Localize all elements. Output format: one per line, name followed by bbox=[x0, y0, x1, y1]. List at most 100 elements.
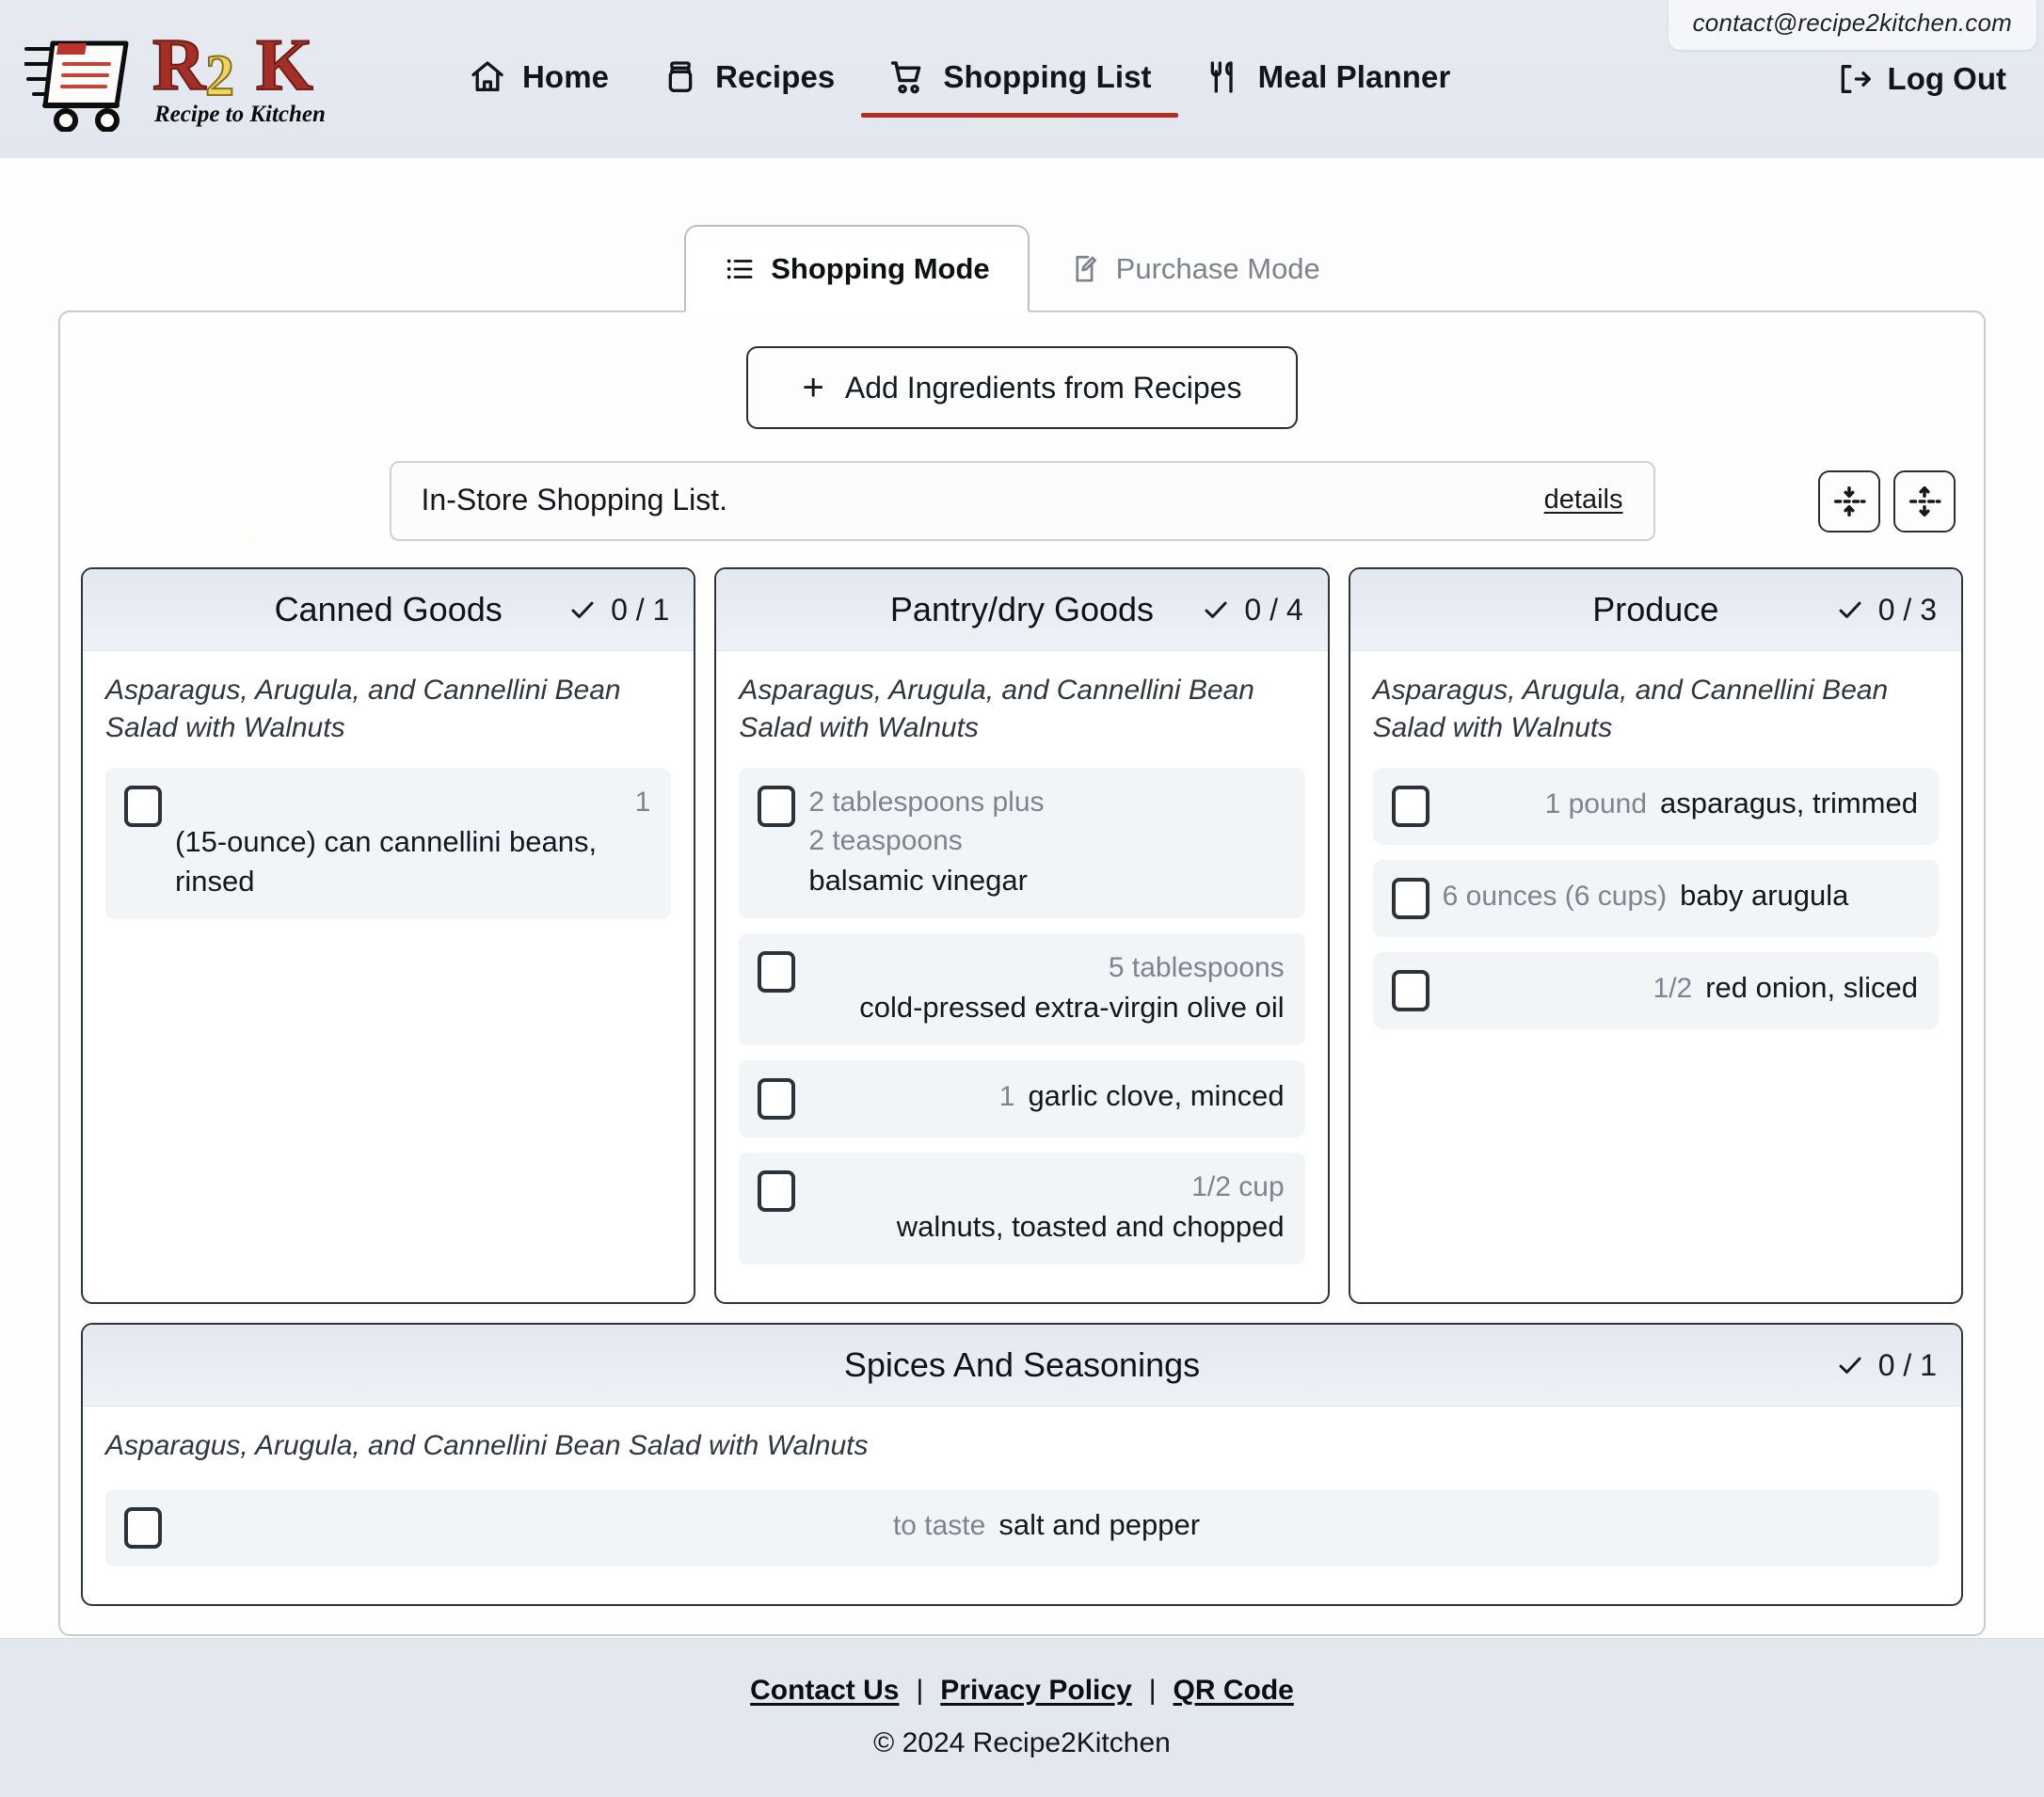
svg-text:K: K bbox=[256, 27, 313, 105]
ingredient-text: to taste salt and pepper bbox=[162, 1505, 1918, 1546]
recipe-title: Asparagus, Arugula, and Cannellini Bean … bbox=[739, 675, 1254, 744]
ingredient-checkbox[interactable] bbox=[758, 1078, 796, 1121]
ingredient-row[interactable]: 6 ounces (6 cups) baby arugula bbox=[1372, 860, 1939, 938]
category-title: Canned Goods bbox=[274, 590, 503, 628]
ingredient-name: garlic clove, minced bbox=[1028, 1079, 1285, 1113]
check-icon bbox=[1835, 1350, 1865, 1380]
ingredient-checkbox[interactable] bbox=[758, 1170, 796, 1213]
category-title: Pantry/dry Goods bbox=[889, 590, 1155, 628]
category-progress-count: 0 / 1 bbox=[567, 593, 669, 628]
ingredient-text: 1 pound asparagus, trimmed bbox=[1429, 784, 1918, 824]
fork-knife-icon bbox=[1205, 58, 1242, 96]
top-header-bar: contact@recipe2kitchen.com R K 2 Recipe … bbox=[0, 0, 2044, 158]
collapse-all-button[interactable] bbox=[1818, 469, 1880, 533]
ingredient-quantity: 1/2 cup bbox=[1191, 1171, 1285, 1203]
list-name-field[interactable]: In-Store Shopping List. details bbox=[389, 461, 1655, 541]
plus-icon: + bbox=[802, 367, 824, 408]
ingredient-row[interactable]: 1 garlic clove, minced bbox=[739, 1060, 1305, 1138]
ingredient-quantity: 5 tablespoons bbox=[1108, 952, 1285, 984]
ingredient-checkbox[interactable] bbox=[1391, 786, 1429, 828]
category-title: Produce bbox=[1592, 590, 1719, 628]
category-header-canned-goods[interactable]: Canned Goods 0 / 1 bbox=[83, 569, 695, 651]
ingredient-checkbox[interactable] bbox=[1391, 970, 1429, 1012]
nav-label-meal-planner: Meal Planner bbox=[1257, 59, 1451, 94]
ingredient-row[interactable]: 5 tablespoons cold-pressed extra-virgin … bbox=[739, 933, 1305, 1046]
expand-all-button[interactable] bbox=[1893, 469, 1956, 533]
page-footer: Contact Us | Privacy Policy | QR Code © … bbox=[0, 1638, 2044, 1797]
ingredient-checkbox[interactable] bbox=[124, 1507, 162, 1550]
category-count-label: 0 / 1 bbox=[1877, 1347, 1937, 1382]
ingredient-row[interactable]: 1 pound asparagus, trimmed bbox=[1372, 768, 1939, 846]
ingredient-checkbox[interactable] bbox=[758, 786, 796, 828]
details-link[interactable]: details bbox=[1544, 485, 1623, 516]
footer-copyright: © 2024 Recipe2Kitchen bbox=[873, 1727, 1171, 1758]
category-count-label: 0 / 4 bbox=[1244, 592, 1303, 627]
user-email-badge: contact@recipe2kitchen.com bbox=[1668, 0, 2036, 50]
list-name-value: In-Store Shopping List. bbox=[421, 483, 728, 517]
ingredient-name: cold-pressed extra-virgin olive oil bbox=[859, 990, 1285, 1024]
ingredient-text: 2 tablespoons plus 2 teaspoons balsamic … bbox=[795, 784, 1284, 900]
ingredient-name: walnuts, toasted and chopped bbox=[896, 1209, 1285, 1243]
svg-text:2: 2 bbox=[205, 44, 234, 108]
category-card-canned-goods: Canned Goods 0 / 1 Asparagus, Arugula, a… bbox=[81, 567, 696, 1305]
list-icon bbox=[724, 253, 756, 285]
nav-item-meal-planner[interactable]: Meal Planner bbox=[1178, 34, 1477, 124]
ingredient-row[interactable]: 1 (15-ounce) can cannellini beans, rinse… bbox=[105, 768, 672, 920]
brand-logo[interactable]: R K 2 Recipe to Kitchen bbox=[24, 26, 339, 132]
check-icon bbox=[1835, 595, 1865, 625]
add-ingredients-row: + Add Ingredients from Recipes bbox=[81, 346, 1963, 429]
category-body-spices-and-seasonings: Asparagus, Arugula, and Cannellini Bean … bbox=[83, 1407, 1961, 1604]
recipe-title: Asparagus, Arugula, and Cannellini Bean … bbox=[105, 1430, 869, 1462]
ingredient-name: salt and pepper bbox=[998, 1508, 1201, 1542]
ingredient-quantity: 6 ounces (6 cups) bbox=[1442, 881, 1668, 913]
category-body-pantry-dry-goods: Asparagus, Arugula, and Cannellini Bean … bbox=[716, 651, 1327, 1302]
check-icon bbox=[1201, 595, 1231, 625]
category-count-label: 0 / 1 bbox=[611, 592, 670, 627]
logout-icon bbox=[1835, 60, 1873, 98]
ingredient-text: 6 ounces (6 cups) baby arugula bbox=[1429, 876, 1918, 916]
ingredient-name: balsamic vinegar bbox=[808, 863, 1028, 897]
ingredient-text: 1 (15-ounce) can cannellini beans, rinse… bbox=[162, 784, 650, 901]
ingredient-row[interactable]: 1/2 red onion, sliced bbox=[1372, 952, 1939, 1030]
check-icon bbox=[567, 595, 598, 625]
footer-separator: | bbox=[916, 1675, 924, 1706]
category-progress-count: 0 / 3 bbox=[1835, 593, 1937, 628]
mode-tabs: Shopping Mode Purchase Mode bbox=[0, 205, 2044, 312]
footer-link-privacy-policy[interactable]: Privacy Policy bbox=[940, 1675, 1131, 1707]
brand-wordmark: R K 2 Recipe to Kitchen bbox=[151, 27, 339, 131]
edit-document-icon bbox=[1069, 253, 1101, 285]
shopping-list-panel: + Add Ingredients from Recipes In-Store … bbox=[58, 310, 1986, 1637]
ingredient-quantity: 1 bbox=[634, 787, 651, 819]
category-header-pantry-dry-goods[interactable]: Pantry/dry Goods 0 / 4 bbox=[716, 569, 1328, 651]
category-header-spices-and-seasonings[interactable]: Spices And Seasonings 0 / 1 bbox=[83, 1325, 1961, 1407]
category-count-label: 0 / 3 bbox=[1877, 592, 1937, 627]
nav-item-recipes[interactable]: Recipes bbox=[635, 34, 861, 124]
ingredient-row[interactable]: 1/2 cup walnuts, toasted and chopped bbox=[739, 1153, 1305, 1265]
nav-item-home[interactable]: Home bbox=[442, 34, 635, 124]
tab-shopping-mode[interactable]: Shopping Mode bbox=[684, 225, 1030, 312]
ingredient-row[interactable]: to taste salt and pepper bbox=[105, 1489, 1939, 1567]
tab-label-shopping-mode: Shopping Mode bbox=[771, 252, 990, 285]
collapse-expand-controls bbox=[1818, 469, 1956, 533]
add-ingredients-label: Add Ingredients from Recipes bbox=[844, 370, 1242, 405]
footer-link-contact-us[interactable]: Contact Us bbox=[750, 1675, 899, 1707]
category-card-pantry-dry-goods: Pantry/dry Goods 0 / 4 Asparagus, Arugul… bbox=[714, 567, 1330, 1305]
logout-button[interactable]: Log Out bbox=[1829, 51, 2012, 107]
ingredient-checkbox[interactable] bbox=[758, 951, 796, 994]
ingredient-row[interactable]: 2 tablespoons plus 2 teaspoons balsamic … bbox=[739, 768, 1305, 919]
nav-label-home: Home bbox=[522, 59, 610, 94]
ingredient-checkbox[interactable] bbox=[1391, 878, 1429, 920]
ingredient-text: 1 garlic clove, minced bbox=[795, 1076, 1285, 1117]
add-ingredients-button[interactable]: + Add Ingredients from Recipes bbox=[745, 346, 1299, 429]
svg-text:Recipe to Kitchen: Recipe to Kitchen bbox=[153, 102, 326, 127]
tab-purchase-mode[interactable]: Purchase Mode bbox=[1030, 225, 1360, 312]
nav-item-shopping-list[interactable]: Shopping List bbox=[861, 33, 1178, 125]
ingredient-name: red onion, sliced bbox=[1705, 971, 1918, 1005]
ingredient-name: baby arugula bbox=[1680, 879, 1849, 913]
footer-link-qr-code[interactable]: QR Code bbox=[1174, 1675, 1294, 1707]
category-header-produce[interactable]: Produce 0 / 3 bbox=[1349, 569, 1961, 651]
ingredient-quantity: 1 pound bbox=[1544, 788, 1648, 820]
footer-links: Contact Us | Privacy Policy | QR Code bbox=[0, 1675, 2044, 1707]
ingredient-quantity: 1/2 bbox=[1653, 973, 1693, 1005]
ingredient-checkbox[interactable] bbox=[124, 786, 162, 828]
